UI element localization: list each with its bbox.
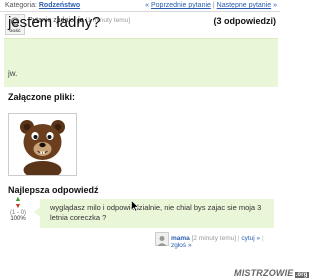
prev-question-link[interactable]: Poprzednie pytanie (151, 2, 211, 9)
answer-text: wyglądasz milo i odpowiedzialnie, nie ch… (50, 203, 262, 222)
category-link[interactable]: Rodzeństwo (39, 2, 80, 9)
question-box (4, 38, 278, 87)
answer-author[interactable]: mama (171, 235, 190, 242)
user-avatar-icon (157, 236, 167, 246)
question-nav: « Poprzednie pytanie | Następne pytanie … (145, 0, 277, 11)
question-description: jw. (8, 69, 18, 78)
answer-count: (3 odpowiedzi) (213, 16, 277, 26)
watermark-suffix: .org (294, 272, 309, 278)
quote-link[interactable]: cytuj » (241, 235, 260, 242)
answerer-avatar[interactable] (155, 232, 169, 246)
best-answer-heading: Najlepsza odpowiedź (8, 185, 99, 195)
watermark: MISTRZOWIE .org (234, 268, 309, 278)
attachment-thumbnail[interactable] (8, 113, 77, 179)
mouse-cursor-icon (131, 200, 139, 212)
top-bar: Kategoria: Rodzeństwo « Poprzednie pytan… (0, 0, 280, 12)
bear-image-icon (9, 114, 76, 179)
vote-percent: 100% (10, 216, 26, 222)
answer-bubble: wyglądasz milo i odpowiedzialnie, nie ch… (34, 199, 274, 228)
question-title: jestem ładny? (8, 14, 101, 31)
vote-down-icon[interactable]: ▼ (8, 203, 28, 210)
vote-box: ▲ ▼ (1 - 0) 100% (8, 196, 28, 222)
nav-suffix: » (273, 2, 277, 9)
watermark-text: MISTRZOWIE (234, 268, 294, 278)
attachments-heading: Załączone pliki: (8, 92, 76, 102)
category: Kategoria: Rodzeństwo (5, 0, 80, 11)
report-link[interactable]: zgłoś » (171, 242, 192, 249)
nav-prefix: « (145, 2, 150, 9)
next-question-link[interactable]: Następne pytanie (217, 2, 271, 9)
vote-up-icon[interactable]: ▲ (8, 196, 28, 203)
category-label: Kategoria: (5, 2, 37, 9)
answer-meta: mama [2 minuty temu] | cytuj » | zgłoś » (171, 235, 264, 249)
answer-time: [2 minuty temu] (191, 235, 237, 242)
nav-separator: | (212, 2, 215, 9)
